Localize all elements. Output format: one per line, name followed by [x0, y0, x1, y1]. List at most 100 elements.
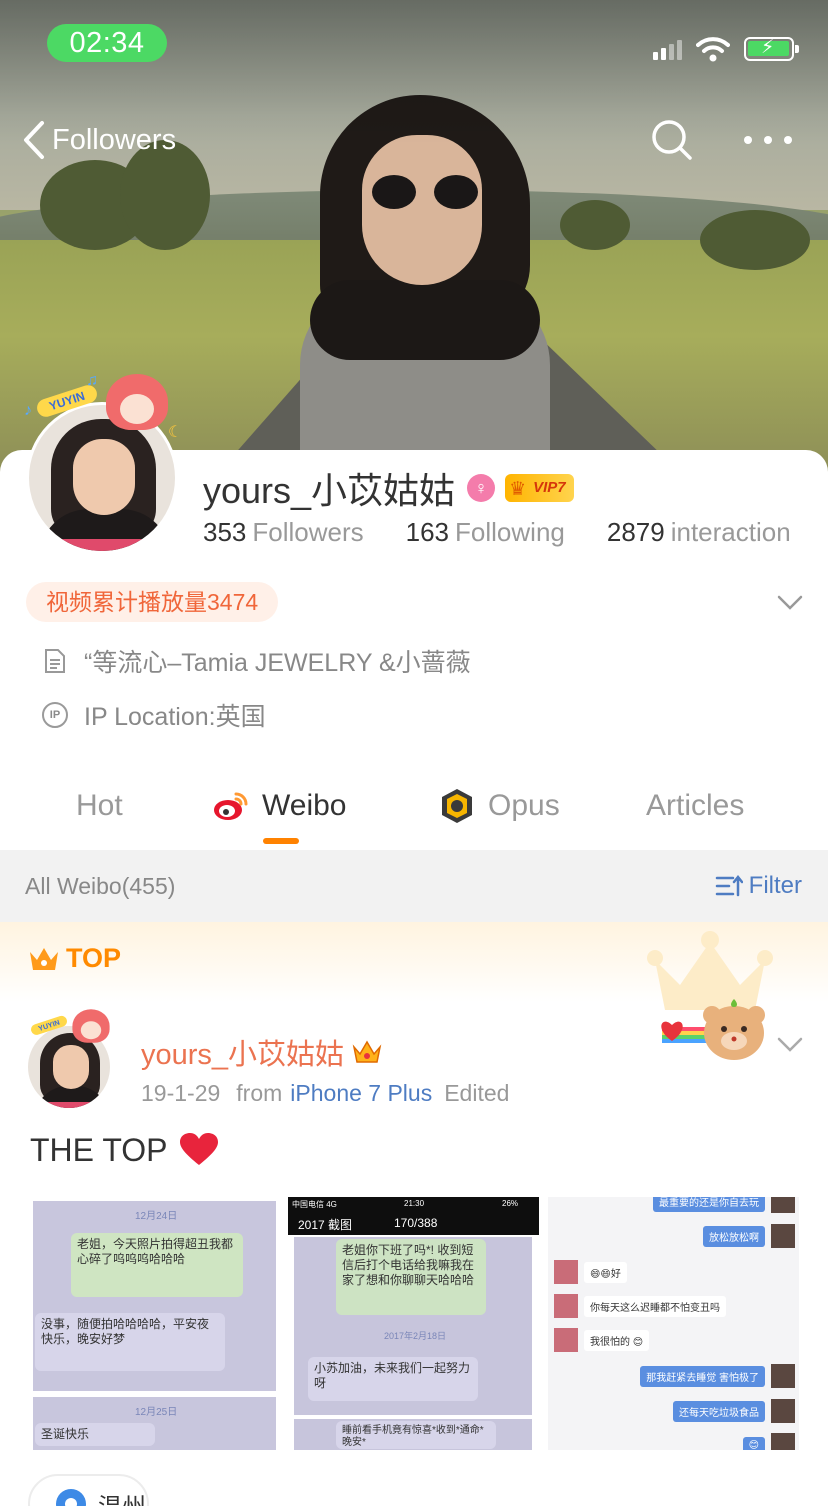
video-views-badge[interactable]: 视频累计播放量3474: [26, 582, 279, 622]
profile-stats: 353 Followers 163 Following 2879 interactio…: [203, 514, 828, 550]
crown-icon: ♛: [509, 479, 527, 500]
followers-label: Followers: [252, 516, 364, 547]
post-from: from: [236, 1079, 283, 1106]
profile-name-row: yours_小苡姑姑 ♀ ♛ VIP7: [203, 466, 574, 511]
image2-clock: 21:30: [404, 1199, 425, 1208]
back-label: Followers: [52, 123, 177, 156]
tab-hot[interactable]: Hot: [76, 770, 123, 842]
image2-status-bar: 中国电信 4G 21:30 26% 2017 截图 170/388: [288, 1197, 539, 1235]
weibo-logo-icon: [214, 792, 248, 820]
ip-location-text: IP Location:英国: [84, 703, 266, 731]
tab-weibo[interactable]: Weibo: [212, 770, 347, 842]
image3-message-c: 😄😄好: [584, 1261, 627, 1283]
location-pin-icon: [56, 1489, 86, 1506]
image3-message-f: 那我赶紧去睡觉 害怕极了: [640, 1365, 765, 1387]
filter-icon: [715, 874, 743, 897]
tab-opus[interactable]: Opus: [438, 770, 560, 842]
post-date: 19-1-29: [141, 1079, 221, 1106]
vip-badge[interactable]: ♛ VIP7: [505, 474, 574, 502]
interaction-label: interaction: [670, 516, 791, 547]
battery-charging-icon: ⚡: [744, 37, 799, 61]
female-gender-icon: ♀: [467, 474, 496, 502]
image2-date: 2017年2月18日: [384, 1331, 447, 1341]
post-text[interactable]: THE TOP: [30, 1130, 218, 1170]
back-button[interactable]: Followers: [22, 118, 176, 162]
tab-articles[interactable]: Articles: [646, 770, 744, 842]
image3-message-d: 你每天这么迟睡都不怕变丑吗: [584, 1295, 726, 1317]
stat-following[interactable]: 163 Following: [406, 517, 565, 548]
interaction-count: 2879: [606, 516, 665, 547]
search-icon[interactable]: [650, 118, 694, 162]
post-author-row: yours_小苡姑姑: [141, 1032, 382, 1072]
pinned-label: TOP: [28, 940, 121, 976]
image2-counter: 170/388: [394, 1216, 438, 1230]
image3-message-e: 我很怕的 😊: [584, 1329, 650, 1351]
image2-carrier: 中国电信 4G: [292, 1200, 337, 1209]
status-time: 02:34: [47, 24, 167, 62]
image3-message-g: 还每天吃垃圾食品: [673, 1400, 765, 1422]
followers-count: 353: [203, 516, 247, 547]
location-label: 温州: [98, 1487, 146, 1506]
cellular-signal-icon: [653, 38, 682, 60]
location-tag[interactable]: 温州: [28, 1474, 149, 1506]
post-image-3[interactable]: 最重要的还是你自去玩 放松放松啊 😄😄好 你每天这么迟睡都不怕变丑吗 我很怕的 …: [548, 1197, 799, 1450]
image2-message-c: 睡前看手机竟有惊喜*收到*通命*晚安*: [336, 1421, 496, 1449]
filter-button[interactable]: Filter: [715, 850, 802, 922]
tab-weibo-label: Weibo: [262, 789, 347, 822]
post-menu-chevron-icon[interactable]: [776, 1030, 804, 1058]
image2-message-b: 小苏加油，未来我们一起努力呀: [308, 1357, 478, 1401]
chevron-left-icon: [24, 121, 44, 159]
tab-hot-label: Hot: [76, 789, 123, 822]
following-label: Following: [455, 516, 565, 547]
image1-message-c: 圣诞快乐: [35, 1423, 155, 1446]
following-count: 163: [405, 516, 450, 547]
post-images: 12月24日 老姐，今天照片拍得超丑我都心碎了呜呜呜哈哈哈 没事，随便拍哈哈哈哈…: [29, 1197, 800, 1450]
profile-tabs: Hot Weibo Opus Articles: [0, 770, 828, 850]
tab-opus-label: Opus: [488, 789, 560, 822]
ip-icon: IP: [42, 702, 68, 728]
post-image-1[interactable]: 12月24日 老姐，今天照片拍得超丑我都心碎了呜呜呜哈哈哈 没事，随便拍哈哈哈哈…: [29, 1197, 280, 1450]
post-author-name[interactable]: yours_小苡姑姑: [141, 1031, 344, 1073]
post-source[interactable]: iPhone 7 Plus: [290, 1080, 432, 1107]
opus-icon: [442, 789, 472, 823]
stat-followers[interactable]: 353 Followers: [203, 517, 364, 548]
tab-articles-label: Articles: [646, 789, 745, 822]
crown-icon: [30, 948, 58, 970]
avatar-pendant: YUYIN ♪ ♫ ☾: [24, 372, 183, 441]
more-options-icon[interactable]: [744, 118, 792, 162]
wifi-icon: [696, 37, 730, 62]
image3-message-b: 放松放松啊: [703, 1225, 765, 1247]
active-tab-indicator: [263, 838, 299, 844]
pinned-text: TOP: [66, 942, 122, 973]
post-text-content: THE TOP: [30, 1131, 168, 1168]
image1-message-b: 没事，随便拍哈哈哈哈，平安夜快乐，晚安好梦: [35, 1313, 225, 1371]
all-weibo-count: All Weibo(455): [25, 873, 176, 899]
bear-sticker-icon: [661, 999, 765, 1060]
image2-message-a: 老姐你下班了吗*! 收到短信后打个电话给我嘛我在家了想和你聊聊天哈哈哈: [336, 1239, 486, 1315]
image1-date-b: 12月25日: [135, 1407, 178, 1418]
post-edited[interactable]: Edited: [444, 1080, 509, 1107]
heart-emoji-icon: [179, 1133, 218, 1165]
vip-crown-icon: [352, 1040, 382, 1063]
stat-interaction[interactable]: 2879 interaction: [607, 517, 791, 548]
profile-page: 02:34 ⚡ Followers YUYIN ♪ ♫ ☾ yours_小苡姑姑…: [0, 0, 828, 1506]
post-author-avatar[interactable]: YUYIN: [22, 1008, 117, 1112]
post-meta: 19-1-29 from iPhone 7 Plus Edited: [141, 1078, 509, 1108]
image2-back: 2017 截图: [298, 1218, 353, 1232]
pendant-tag: YUYIN: [29, 1014, 69, 1037]
status-indicators: ⚡: [653, 34, 799, 64]
filter-bar: All Weibo(455) Filter: [0, 850, 828, 922]
bio-text: “等流心–Tamia JEWELRY &小蔷薇: [84, 649, 471, 677]
document-icon: [45, 649, 65, 673]
image3-message-a: 最重要的还是你自去玩: [653, 1197, 765, 1212]
image1-message-a: 老姐，今天照片拍得超丑我都心碎了呜呜呜哈哈哈: [71, 1233, 243, 1297]
profile-name: yours_小苡姑姑: [203, 470, 456, 511]
image2-battery: 26%: [502, 1199, 519, 1208]
image1-date-a: 12月24日: [135, 1211, 178, 1222]
chevron-down-icon[interactable]: [776, 588, 804, 616]
vip-label: VIP7: [533, 479, 566, 496]
profile-avatar[interactable]: YUYIN ♪ ♫ ☾: [22, 372, 184, 557]
ip-location-row: IP IP Location:英国: [42, 698, 266, 732]
post-image-2[interactable]: 中国电信 4G 21:30 26% 2017 截图 170/388 老姐你下班了…: [288, 1197, 539, 1450]
avatar-pendant: YUYIN: [22, 1008, 119, 1050]
